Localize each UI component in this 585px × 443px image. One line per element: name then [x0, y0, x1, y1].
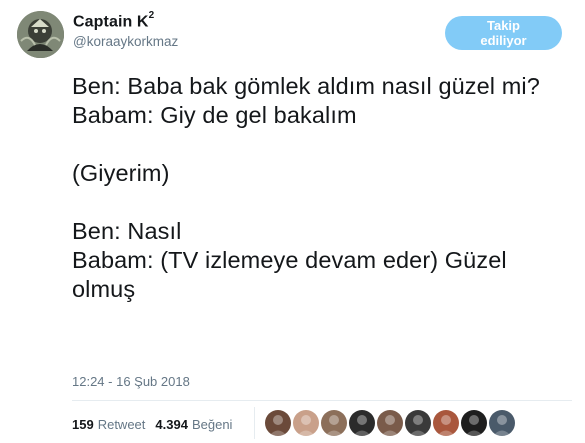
- liker-avatar-8-icon[interactable]: [461, 410, 487, 436]
- liker-avatar-2-icon[interactable]: [293, 410, 319, 436]
- tweet-timestamp[interactable]: 12:24 - 16 Şub 2018: [72, 374, 190, 389]
- display-name[interactable]: Captain K2: [73, 10, 178, 31]
- liker-avatars: [265, 410, 517, 436]
- following-button[interactable]: Takip ediliyor: [445, 16, 562, 50]
- tweet-text: Ben: Baba bak gömlek aldım nasıl güzel m…: [72, 73, 540, 302]
- liker-avatar-5-icon[interactable]: [377, 410, 403, 436]
- likes-count: 4.394: [155, 417, 188, 432]
- tweet-stats: 159 Retweet 4.394 Beğeni: [72, 417, 242, 432]
- user-info: Captain K2 @koraaykorkmaz: [73, 10, 178, 49]
- retweets-stat[interactable]: 159 Retweet: [72, 417, 145, 432]
- avatar-image-icon: [17, 11, 64, 58]
- liker-avatar-6-icon[interactable]: [405, 410, 431, 436]
- display-name-text: Captain K: [73, 13, 149, 31]
- display-name-superscript: 2: [148, 10, 155, 21]
- retweets-count: 159: [72, 417, 94, 432]
- liker-avatar-9-icon[interactable]: [489, 410, 515, 436]
- likes-stat[interactable]: 4.394 Beğeni: [155, 417, 232, 432]
- retweets-label: Retweet: [97, 417, 146, 432]
- tweet-header: Captain K2 @koraaykorkmaz Takip ediliyor: [17, 10, 572, 62]
- liker-avatar-1-icon[interactable]: [265, 410, 291, 436]
- user-handle[interactable]: @koraaykorkmaz: [73, 34, 178, 49]
- stats-separator: [254, 407, 255, 439]
- liker-avatar-7-icon[interactable]: [433, 410, 459, 436]
- liker-avatar-4-icon[interactable]: [349, 410, 375, 436]
- user-avatar[interactable]: [17, 11, 64, 58]
- likes-label: Beğeni: [191, 417, 233, 432]
- liker-avatar-3-icon[interactable]: [321, 410, 347, 436]
- stats-divider: [72, 400, 572, 401]
